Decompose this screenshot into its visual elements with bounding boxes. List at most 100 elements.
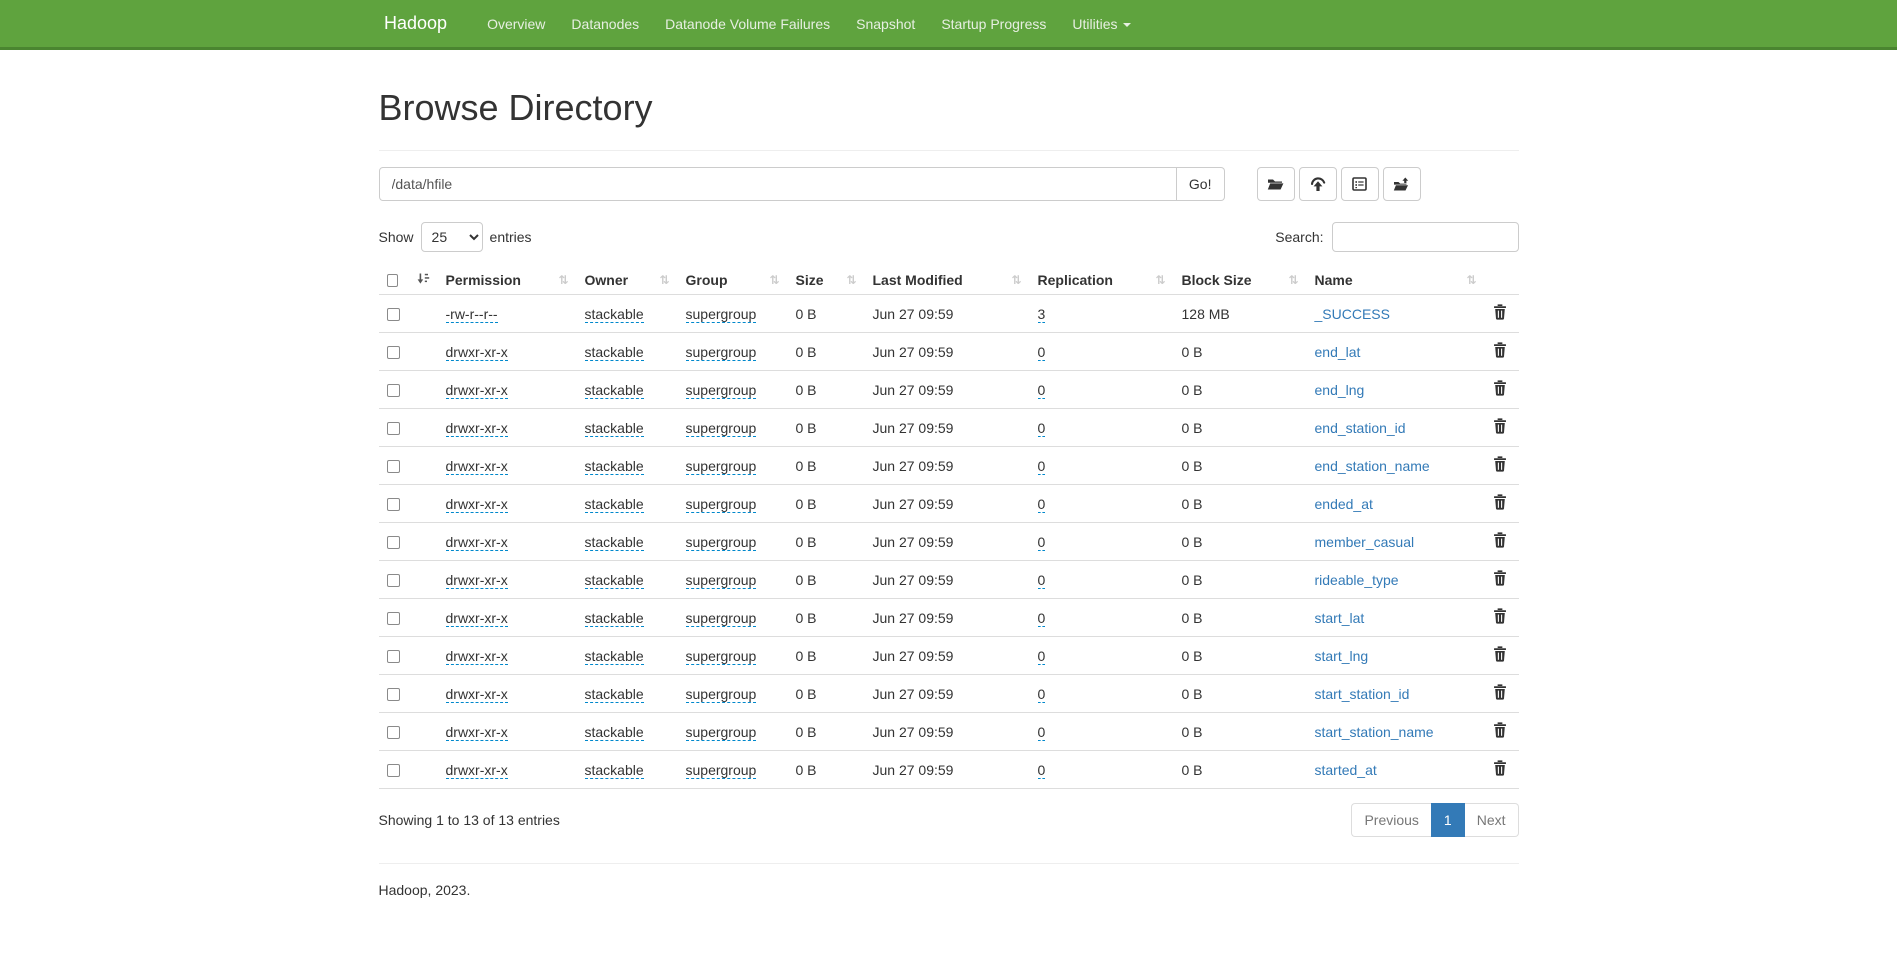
owner-cell[interactable]: stackable bbox=[585, 762, 644, 779]
delete-button[interactable] bbox=[1493, 684, 1507, 703]
row-checkbox[interactable] bbox=[387, 384, 400, 397]
owner-cell[interactable]: stackable bbox=[585, 306, 644, 323]
group-cell[interactable]: supergroup bbox=[686, 382, 757, 399]
owner-cell[interactable]: stackable bbox=[585, 610, 644, 627]
group-cell[interactable]: supergroup bbox=[686, 534, 757, 551]
row-checkbox[interactable] bbox=[387, 536, 400, 549]
replication-cell[interactable]: 0 bbox=[1038, 686, 1046, 703]
file-name-link[interactable]: start_station_name bbox=[1315, 724, 1434, 740]
pagination-next[interactable]: Next bbox=[1465, 803, 1519, 837]
row-checkbox[interactable] bbox=[387, 422, 400, 435]
group-cell[interactable]: supergroup bbox=[686, 686, 757, 703]
file-name-link[interactable]: member_casual bbox=[1315, 534, 1415, 550]
select-all-checkbox[interactable] bbox=[387, 274, 398, 287]
replication-cell[interactable]: 0 bbox=[1038, 534, 1046, 551]
group-cell[interactable]: supergroup bbox=[686, 724, 757, 741]
replication-cell[interactable]: 0 bbox=[1038, 382, 1046, 399]
group-cell[interactable]: supergroup bbox=[686, 496, 757, 513]
permission-cell[interactable]: drwxr-xr-x bbox=[446, 724, 508, 741]
group-cell[interactable]: supergroup bbox=[686, 572, 757, 589]
directory-path-input[interactable] bbox=[379, 167, 1177, 201]
file-name-link[interactable]: end_lat bbox=[1315, 344, 1361, 360]
file-name-link[interactable]: rideable_type bbox=[1315, 572, 1399, 588]
replication-cell[interactable]: 0 bbox=[1038, 420, 1046, 437]
permission-cell[interactable]: drwxr-xr-x bbox=[446, 648, 508, 665]
owner-cell[interactable]: stackable bbox=[585, 534, 644, 551]
brand-hadoop[interactable]: Hadoop bbox=[384, 13, 462, 34]
delete-button[interactable] bbox=[1493, 304, 1507, 323]
file-list-button[interactable] bbox=[1341, 167, 1379, 201]
column-header-size[interactable]: Size⇅ bbox=[788, 266, 865, 295]
group-cell[interactable]: supergroup bbox=[686, 344, 757, 361]
nav-datanodes[interactable]: Datanodes bbox=[558, 1, 652, 47]
nav-datanode-volume-failures[interactable]: Datanode Volume Failures bbox=[652, 1, 843, 47]
group-cell[interactable]: supergroup bbox=[686, 762, 757, 779]
owner-cell[interactable]: stackable bbox=[585, 382, 644, 399]
group-cell[interactable]: supergroup bbox=[686, 420, 757, 437]
row-checkbox[interactable] bbox=[387, 346, 400, 359]
permission-cell[interactable]: drwxr-xr-x bbox=[446, 382, 508, 399]
owner-cell[interactable]: stackable bbox=[585, 648, 644, 665]
replication-cell[interactable]: 0 bbox=[1038, 572, 1046, 589]
replication-cell[interactable]: 3 bbox=[1038, 306, 1046, 323]
delete-button[interactable] bbox=[1493, 646, 1507, 665]
nav-utilities-dropdown[interactable]: Utilities bbox=[1059, 1, 1143, 47]
file-name-link[interactable]: end_lng bbox=[1315, 382, 1365, 398]
replication-cell[interactable]: 0 bbox=[1038, 724, 1046, 741]
delete-button[interactable] bbox=[1493, 760, 1507, 779]
delete-button[interactable] bbox=[1493, 380, 1507, 399]
group-cell[interactable]: supergroup bbox=[686, 648, 757, 665]
delete-button[interactable] bbox=[1493, 570, 1507, 589]
delete-button[interactable] bbox=[1493, 418, 1507, 437]
replication-cell[interactable]: 0 bbox=[1038, 458, 1046, 475]
group-cell[interactable]: supergroup bbox=[686, 306, 757, 323]
permission-cell[interactable]: drwxr-xr-x bbox=[446, 610, 508, 627]
group-cell[interactable]: supergroup bbox=[686, 458, 757, 475]
file-name-link[interactable]: started_at bbox=[1315, 762, 1377, 778]
permission-cell[interactable]: drwxr-xr-x bbox=[446, 458, 508, 475]
create-directory-button[interactable] bbox=[1257, 167, 1295, 201]
row-checkbox[interactable] bbox=[387, 726, 400, 739]
column-header-permission[interactable]: Permission⇅ bbox=[438, 266, 577, 295]
permission-cell[interactable]: drwxr-xr-x bbox=[446, 686, 508, 703]
column-header-block-size[interactable]: Block Size⇅ bbox=[1174, 266, 1307, 295]
column-header-group[interactable]: Group⇅ bbox=[678, 266, 788, 295]
row-checkbox[interactable] bbox=[387, 498, 400, 511]
file-name-link[interactable]: end_station_name bbox=[1315, 458, 1430, 474]
delete-button[interactable] bbox=[1493, 722, 1507, 741]
go-button[interactable]: Go! bbox=[1177, 167, 1225, 201]
permission-cell[interactable]: drwxr-xr-x bbox=[446, 762, 508, 779]
delete-button[interactable] bbox=[1493, 494, 1507, 513]
file-name-link[interactable]: start_lng bbox=[1315, 648, 1369, 664]
column-header-replication[interactable]: Replication⇅ bbox=[1030, 266, 1174, 295]
permission-cell[interactable]: drwxr-xr-x bbox=[446, 420, 508, 437]
nav-overview[interactable]: Overview bbox=[474, 1, 558, 47]
file-name-link[interactable]: _SUCCESS bbox=[1315, 306, 1390, 322]
replication-cell[interactable]: 0 bbox=[1038, 762, 1046, 779]
delete-button[interactable] bbox=[1493, 342, 1507, 361]
nav-startup-progress[interactable]: Startup Progress bbox=[928, 1, 1059, 47]
owner-cell[interactable]: stackable bbox=[585, 724, 644, 741]
replication-cell[interactable]: 0 bbox=[1038, 610, 1046, 627]
permission-cell[interactable]: -rw-r--r-- bbox=[446, 306, 498, 323]
row-checkbox[interactable] bbox=[387, 688, 400, 701]
delete-button[interactable] bbox=[1493, 532, 1507, 551]
move-to-folder-button[interactable] bbox=[1383, 167, 1421, 201]
delete-button[interactable] bbox=[1493, 456, 1507, 475]
nav-snapshot[interactable]: Snapshot bbox=[843, 1, 928, 47]
sort-active-icon[interactable] bbox=[417, 272, 430, 288]
row-checkbox[interactable] bbox=[387, 308, 400, 321]
owner-cell[interactable]: stackable bbox=[585, 572, 644, 589]
row-checkbox[interactable] bbox=[387, 460, 400, 473]
replication-cell[interactable]: 0 bbox=[1038, 648, 1046, 665]
group-cell[interactable]: supergroup bbox=[686, 610, 757, 627]
replication-cell[interactable]: 0 bbox=[1038, 344, 1046, 361]
owner-cell[interactable]: stackable bbox=[585, 344, 644, 361]
owner-cell[interactable]: stackable bbox=[585, 458, 644, 475]
owner-cell[interactable]: stackable bbox=[585, 686, 644, 703]
search-input[interactable] bbox=[1332, 222, 1519, 252]
permission-cell[interactable]: drwxr-xr-x bbox=[446, 344, 508, 361]
pagination-previous[interactable]: Previous bbox=[1351, 803, 1430, 837]
owner-cell[interactable]: stackable bbox=[585, 420, 644, 437]
row-checkbox[interactable] bbox=[387, 764, 400, 777]
